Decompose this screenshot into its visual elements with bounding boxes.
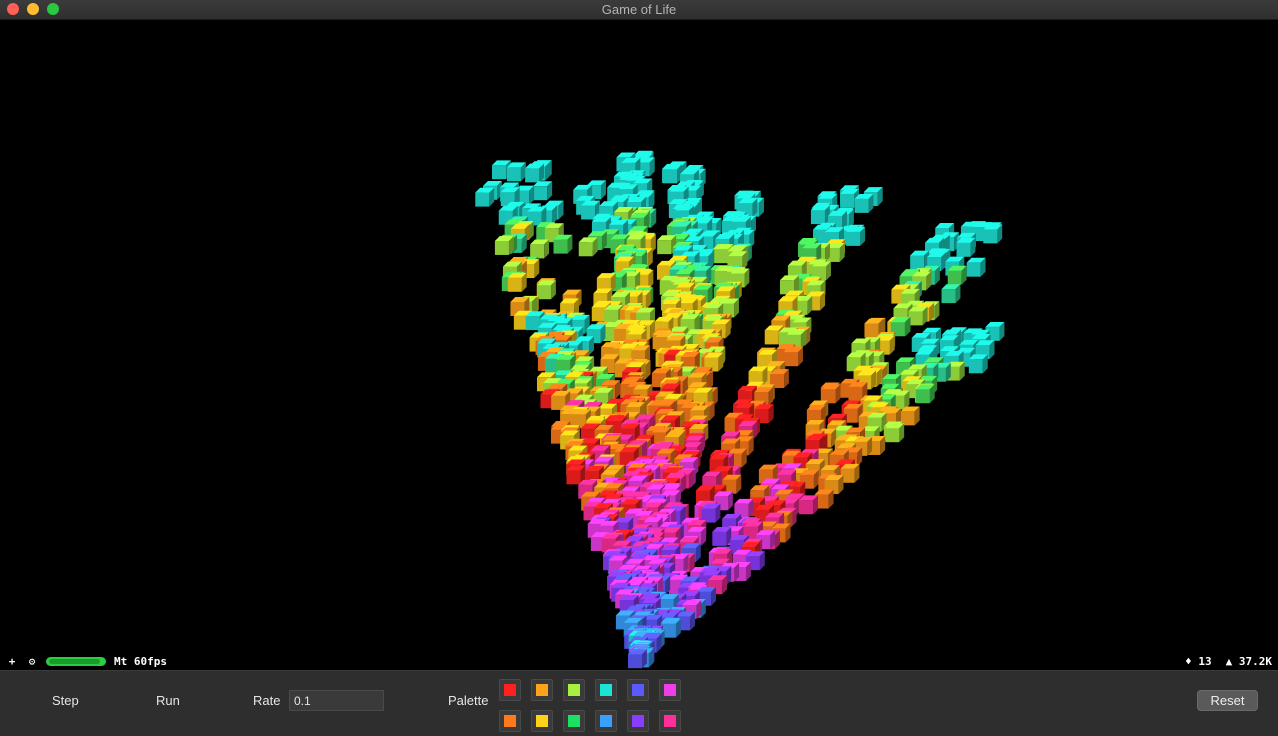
gear-icon[interactable]: ⚙	[26, 655, 38, 668]
voxel	[553, 234, 573, 254]
swatch-color	[664, 715, 676, 727]
draw-calls-stat: ♦ 13	[1185, 654, 1212, 668]
voxel	[507, 272, 527, 292]
voxel	[578, 237, 598, 257]
swatch-color	[536, 715, 548, 727]
plus-icon[interactable]: +	[6, 655, 18, 668]
swatch-color	[536, 684, 548, 696]
palette-label: Palette	[448, 693, 489, 708]
window-title: Game of Life	[601, 2, 677, 17]
voxel	[821, 384, 841, 404]
control-panel: Step Run Rate Palette Reset	[0, 670, 1278, 736]
palette-swatch-1-5[interactable]	[627, 679, 649, 701]
voxel	[712, 526, 732, 546]
triangle-count-stat: ▲ 37.2K	[1225, 654, 1272, 668]
voxel	[908, 306, 928, 326]
step-button[interactable]: Step	[52, 693, 79, 708]
rate-label: Rate	[253, 693, 281, 708]
fps-meter-fill	[49, 658, 101, 664]
title-bar: Game of Life	[0, 0, 1278, 20]
swatch-color	[504, 684, 516, 696]
voxel	[533, 181, 553, 201]
palette-swatch-1-4[interactable]	[595, 679, 617, 701]
palette-swatch-2-5[interactable]	[627, 710, 649, 732]
swatch-color	[632, 684, 644, 696]
swatch-color	[504, 715, 516, 727]
voxel	[854, 193, 874, 213]
swatch-color	[568, 684, 580, 696]
voxel	[846, 226, 866, 246]
run-button[interactable]: Run	[156, 693, 180, 708]
rate-input[interactable]	[289, 690, 384, 711]
reset-button[interactable]: Reset	[1197, 690, 1258, 711]
voxel	[966, 257, 986, 277]
fps-meter	[46, 656, 106, 666]
voxel	[956, 237, 976, 257]
voxel	[701, 503, 721, 523]
voxel	[885, 423, 905, 443]
3d-viewport[interactable]	[0, 20, 1278, 670]
voxel	[494, 236, 514, 255]
swatch-color	[632, 715, 644, 727]
palette-swatch-1-2[interactable]	[531, 679, 553, 701]
voxel	[661, 618, 681, 638]
voxel	[941, 284, 961, 304]
swatch-color	[600, 715, 612, 727]
palette-swatch-2-4[interactable]	[595, 710, 617, 732]
palette-swatch-2-2[interactable]	[531, 710, 553, 732]
voxel	[810, 205, 830, 225]
voxel	[983, 224, 1003, 244]
voxel	[536, 280, 556, 300]
voxel	[525, 163, 545, 183]
palette-swatch-1-1[interactable]	[499, 679, 521, 701]
stats-hud-right: ♦ 13 ▲ 37.2K	[1185, 654, 1272, 668]
stats-hud-left: + ⚙ Mt 60fps	[6, 654, 167, 668]
fps-readout: Mt 60fps	[114, 654, 167, 668]
voxel	[628, 649, 647, 669]
palette-swatch-1-3[interactable]	[563, 679, 585, 701]
voxel	[947, 265, 967, 285]
palette-swatch-2-6[interactable]	[659, 710, 681, 732]
voxel	[530, 239, 550, 259]
palette-swatch-2-3[interactable]	[563, 710, 585, 732]
voxel	[506, 162, 526, 182]
palette-swatch-2-1[interactable]	[499, 710, 521, 732]
swatch-color	[600, 684, 612, 696]
voxel	[475, 187, 495, 207]
voxel	[663, 164, 682, 184]
voxel	[915, 384, 935, 404]
voxel	[900, 406, 920, 426]
swatch-color	[664, 684, 676, 696]
voxel	[968, 354, 988, 374]
voxel-scene	[475, 150, 1005, 669]
voxel	[799, 495, 818, 515]
voxel	[784, 347, 803, 367]
swatch-color	[568, 715, 580, 727]
palette-swatch-1-6[interactable]	[659, 679, 681, 701]
